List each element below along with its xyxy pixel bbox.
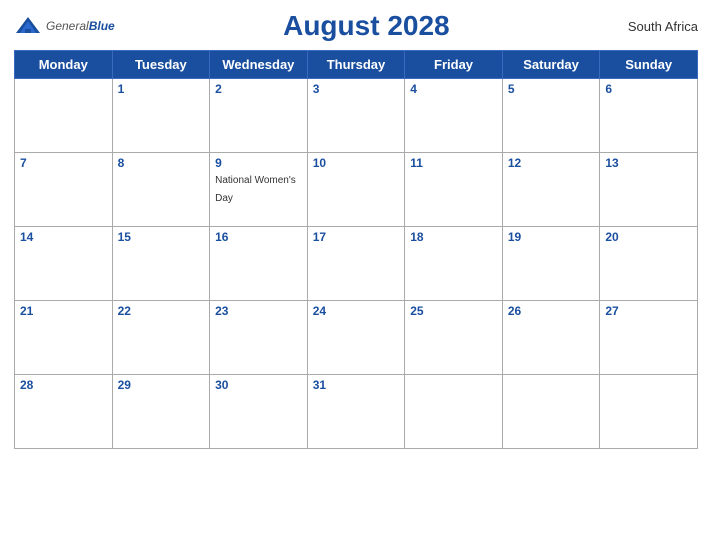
calendar-grid: MondayTuesdayWednesdayThursdayFridaySatu… [14, 50, 698, 449]
calendar-container: GeneralBlue August 2028 South Africa Mon… [0, 0, 712, 550]
day-number: 12 [508, 156, 595, 170]
calendar-cell: 2 [210, 79, 308, 153]
weekday-header-saturday: Saturday [502, 51, 600, 79]
calendar-cell [15, 79, 113, 153]
day-number: 7 [20, 156, 107, 170]
calendar-cell: 21 [15, 301, 113, 375]
logo-text: GeneralBlue [46, 17, 115, 35]
calendar-cell: 12 [502, 153, 600, 227]
calendar-cell: 6 [600, 79, 698, 153]
day-number: 16 [215, 230, 302, 244]
logo-general: General [46, 19, 89, 33]
day-number: 31 [313, 378, 400, 392]
logo-area: GeneralBlue [14, 15, 115, 37]
day-number: 27 [605, 304, 692, 318]
logo-icon [14, 15, 42, 37]
day-number: 29 [118, 378, 205, 392]
day-number: 15 [118, 230, 205, 244]
day-number: 25 [410, 304, 497, 318]
day-number: 24 [313, 304, 400, 318]
day-number: 23 [215, 304, 302, 318]
calendar-cell: 19 [502, 227, 600, 301]
calendar-cell: 18 [405, 227, 503, 301]
calendar-cell: 4 [405, 79, 503, 153]
week-row-4: 21 22 23 24 25 26 27 [15, 301, 698, 375]
day-number: 17 [313, 230, 400, 244]
day-number: 10 [313, 156, 400, 170]
country-label: South Africa [618, 19, 698, 34]
day-number: 22 [118, 304, 205, 318]
week-row-2: 789 National Women's Day 10 11 12 13 [15, 153, 698, 227]
day-number: 6 [605, 82, 692, 96]
day-number: 26 [508, 304, 595, 318]
day-number: 2 [215, 82, 302, 96]
week-row-3: 14 15 16 17 18 19 20 [15, 227, 698, 301]
day-number: 21 [20, 304, 107, 318]
calendar-cell: 28 [15, 375, 113, 449]
calendar-cell [502, 375, 600, 449]
calendar-cell: 11 [405, 153, 503, 227]
day-number: 9 [215, 156, 302, 170]
calendar-cell [600, 375, 698, 449]
calendar-cell: 31 [307, 375, 405, 449]
day-number: 30 [215, 378, 302, 392]
calendar-cell: 16 [210, 227, 308, 301]
day-number: 28 [20, 378, 107, 392]
calendar-cell: 27 [600, 301, 698, 375]
logo-blue: Blue [89, 19, 115, 33]
calendar-cell: 10 [307, 153, 405, 227]
day-number: 18 [410, 230, 497, 244]
weekday-header-thursday: Thursday [307, 51, 405, 79]
calendar-cell: 22 [112, 301, 210, 375]
calendar-cell: 20 [600, 227, 698, 301]
day-number: 13 [605, 156, 692, 170]
day-number: 11 [410, 156, 497, 170]
calendar-cell: 25 [405, 301, 503, 375]
day-number: 19 [508, 230, 595, 244]
calendar-cell: 7 [15, 153, 113, 227]
day-number: 4 [410, 82, 497, 96]
calendar-header: GeneralBlue August 2028 South Africa [14, 10, 698, 42]
calendar-cell: 24 [307, 301, 405, 375]
calendar-cell: 9 National Women's Day [210, 153, 308, 227]
event-text: National Women's Day [215, 175, 296, 204]
weekday-header-sunday: Sunday [600, 51, 698, 79]
calendar-cell: 30 [210, 375, 308, 449]
day-number: 3 [313, 82, 400, 96]
weekday-header-row: MondayTuesdayWednesdayThursdayFridaySatu… [15, 51, 698, 79]
calendar-cell: 13 [600, 153, 698, 227]
day-number: 14 [20, 230, 107, 244]
calendar-cell: 17 [307, 227, 405, 301]
weekday-header-wednesday: Wednesday [210, 51, 308, 79]
week-row-5: 28 29 30 31 [15, 375, 698, 449]
day-number: 8 [118, 156, 205, 170]
calendar-cell: 1 [112, 79, 210, 153]
calendar-title: August 2028 [115, 10, 618, 42]
calendar-cell: 8 [112, 153, 210, 227]
day-number: 20 [605, 230, 692, 244]
weekday-header-monday: Monday [15, 51, 113, 79]
calendar-cell: 29 [112, 375, 210, 449]
day-number: 5 [508, 82, 595, 96]
calendar-cell: 3 [307, 79, 405, 153]
week-row-1: 123456 [15, 79, 698, 153]
day-number: 1 [118, 82, 205, 96]
calendar-cell: 5 [502, 79, 600, 153]
weekday-header-friday: Friday [405, 51, 503, 79]
calendar-cell: 15 [112, 227, 210, 301]
calendar-cell: 26 [502, 301, 600, 375]
calendar-cell [405, 375, 503, 449]
weekday-header-tuesday: Tuesday [112, 51, 210, 79]
calendar-cell: 23 [210, 301, 308, 375]
calendar-cell: 14 [15, 227, 113, 301]
